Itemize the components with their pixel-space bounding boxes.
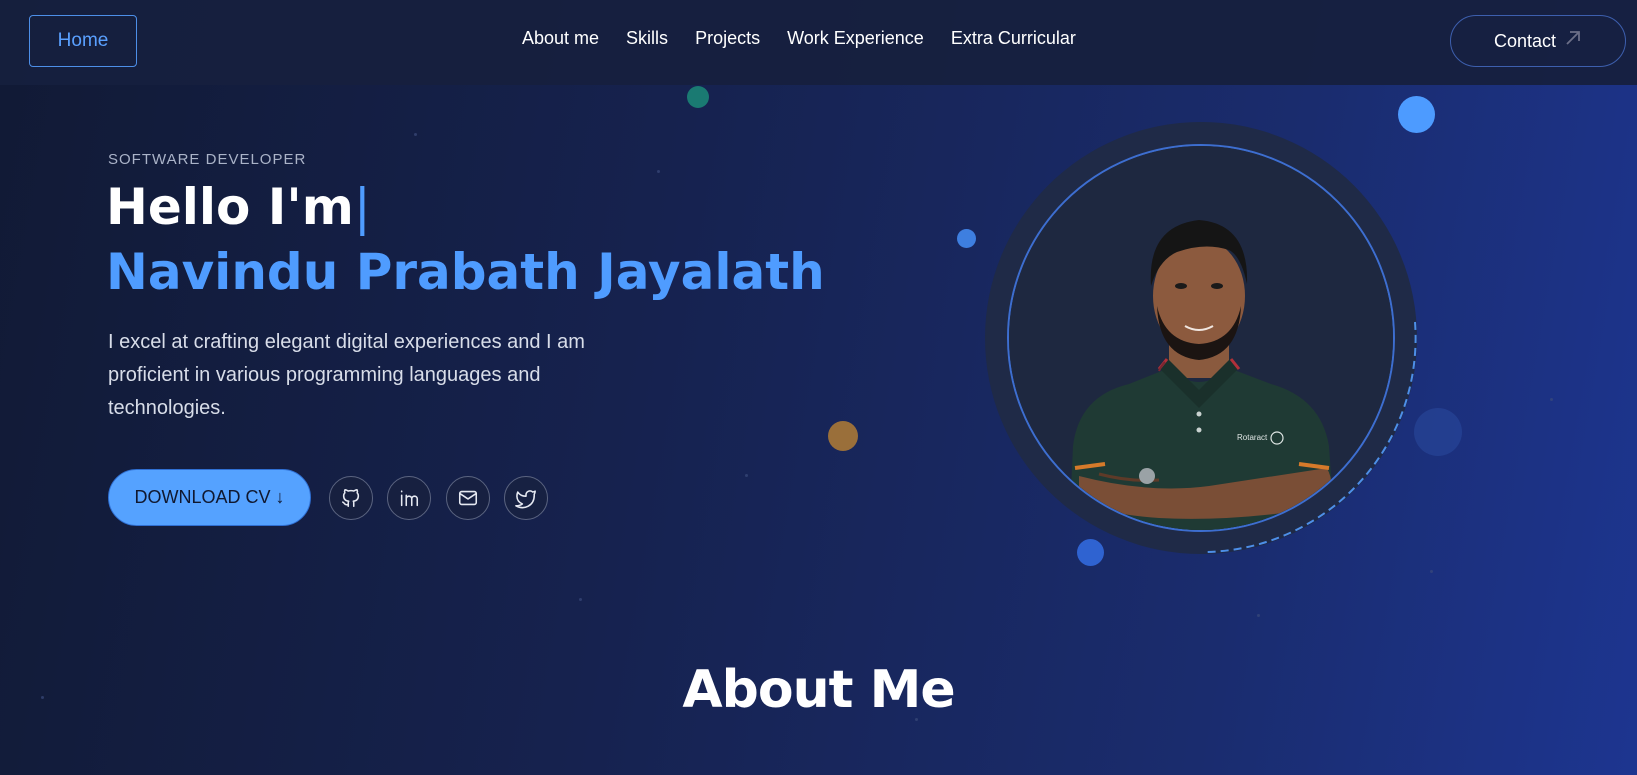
email-link[interactable] xyxy=(446,476,490,520)
nav-link-skills[interactable]: Skills xyxy=(626,28,668,49)
github-link[interactable] xyxy=(329,476,373,520)
hero-greeting: Hello I'm| xyxy=(106,178,371,236)
background-speck xyxy=(579,598,582,601)
background-speck xyxy=(1257,614,1260,617)
hero-description: I excel at crafting elegant digital expe… xyxy=(108,331,585,419)
twitter-icon xyxy=(515,490,536,509)
arrow-up-right-icon xyxy=(1564,29,1582,53)
decor-dot xyxy=(828,421,858,451)
about-me-heading: About Me xyxy=(682,660,955,720)
nav-link-about-me[interactable]: About me xyxy=(522,28,599,49)
hero-eyebrow: SOFTWARE DEVELOPER xyxy=(108,151,307,168)
navbar: Home About me Skills Projects Work Exper… xyxy=(0,0,1637,85)
nav-links: About me Skills Projects Work Experience… xyxy=(522,28,1103,49)
decor-dot xyxy=(957,229,976,248)
greeting-text: Hello I'm xyxy=(106,178,354,236)
background-speck xyxy=(414,133,417,136)
profile-photo: Rotaract xyxy=(1009,146,1393,530)
github-icon xyxy=(341,489,360,508)
contact-label: Contact xyxy=(1493,30,1557,51)
linkedin-link[interactable] xyxy=(387,476,431,520)
background-speck xyxy=(1550,398,1553,401)
background-speck xyxy=(745,474,748,477)
contact-button[interactable]: Contact xyxy=(1450,15,1626,67)
background-speck xyxy=(1430,570,1433,573)
nav-link-work-experience[interactable]: Work Experience xyxy=(787,28,924,49)
decor-dot xyxy=(687,86,709,108)
linkedin-icon xyxy=(400,490,419,507)
portrait-frame: Rotaract xyxy=(1007,144,1395,532)
nav-link-extra-curricular[interactable]: Extra Curricular xyxy=(951,28,1076,49)
hero-name: Navindu Prabath Jayalath xyxy=(106,243,825,301)
rotaract-badge: Rotaract xyxy=(1237,433,1268,442)
twitter-link[interactable] xyxy=(504,476,548,520)
nav-link-projects[interactable]: Projects xyxy=(695,28,760,49)
download-cv-button[interactable]: DOWNLOAD CV ↓ xyxy=(108,469,311,526)
decor-dot xyxy=(1414,408,1462,456)
home-button[interactable]: Home xyxy=(29,15,137,67)
typing-cursor: | xyxy=(353,178,371,236)
mail-icon xyxy=(458,490,478,506)
background-speck xyxy=(657,170,660,173)
